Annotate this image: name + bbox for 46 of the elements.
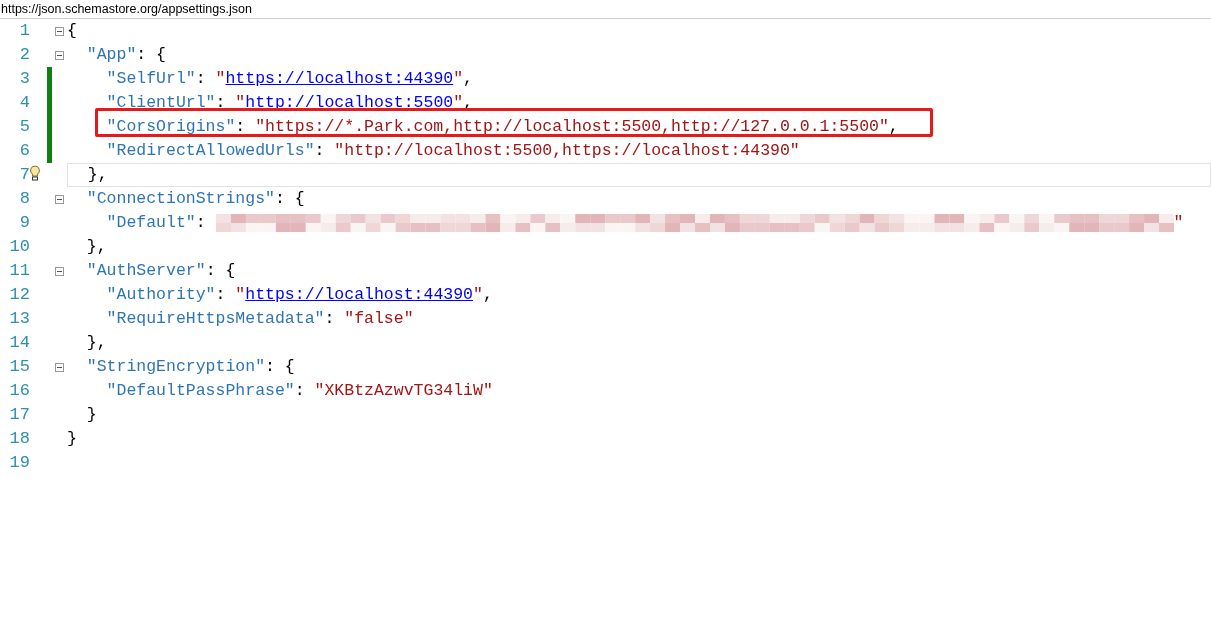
code-line: }	[67, 428, 77, 450]
code-line: {	[67, 20, 77, 42]
url-link[interactable]: https://localhost:44390	[245, 285, 473, 304]
line-number: 11	[8, 260, 30, 283]
code-line: "Authority": "https://localhost:44390",	[105, 284, 493, 306]
code-line: "AuthServer": {	[85, 260, 236, 282]
line-number: 2	[18, 44, 30, 67]
url-link[interactable]: http://localhost:5500	[245, 93, 454, 112]
line-number: 16	[8, 380, 30, 403]
line-number: 5	[18, 116, 30, 139]
code-line: "Default": "	[105, 211, 1184, 235]
code-line: },	[86, 164, 108, 186]
line-number: 3	[18, 68, 30, 91]
code-line: "ConnectionStrings": {	[85, 188, 305, 210]
line-number: 14	[8, 332, 30, 355]
line-number: 15	[8, 356, 30, 379]
code-line: "App": {	[85, 44, 167, 66]
url-link[interactable]: https://localhost:44390	[225, 69, 454, 88]
code-line: "RedirectAllowedUrls": "http://localhost:5500,https://localhost:44390"	[105, 140, 800, 162]
line-number: 8	[18, 188, 30, 211]
line-number: 13	[8, 308, 30, 331]
line-number: 12	[8, 284, 30, 307]
lightbulb-icon[interactable]	[29, 165, 41, 181]
collapse-icon[interactable]	[55, 194, 64, 204]
code-line: "DefaultPassPhrase": "XKBtzAzwvTG34liW"	[105, 380, 493, 402]
collapse-icon[interactable]	[55, 266, 64, 276]
code-line: "RequireHttpsMetadata": "false"	[105, 308, 414, 330]
code-line: }	[85, 404, 97, 426]
line-number: 17	[8, 404, 30, 427]
code-line: },	[85, 236, 107, 258]
line-number: 19	[8, 452, 30, 475]
line-number: 10	[8, 236, 30, 259]
line-number: 18	[8, 428, 30, 451]
line-number: 6	[18, 140, 30, 163]
collapse-icon[interactable]	[55, 26, 64, 36]
line-number: 1	[18, 20, 30, 43]
line-number: 9	[18, 212, 30, 235]
code-line: },	[85, 332, 107, 354]
schema-url: https://json.schemastore.org/appsettings.json	[0, 0, 252, 18]
collapse-icon[interactable]	[55, 50, 64, 60]
collapse-icon[interactable]	[55, 362, 64, 372]
line-number: 4	[18, 92, 30, 115]
code-line: "CorsOrigins": "https://*.Park.com,http://localhost:5500,http://127.0.0.1:5500",	[105, 116, 899, 138]
line-number: 7	[18, 164, 30, 187]
code-line: "StringEncryption": {	[85, 356, 295, 378]
code-line: "SelfUrl": "https://localhost:44390",	[105, 68, 473, 90]
